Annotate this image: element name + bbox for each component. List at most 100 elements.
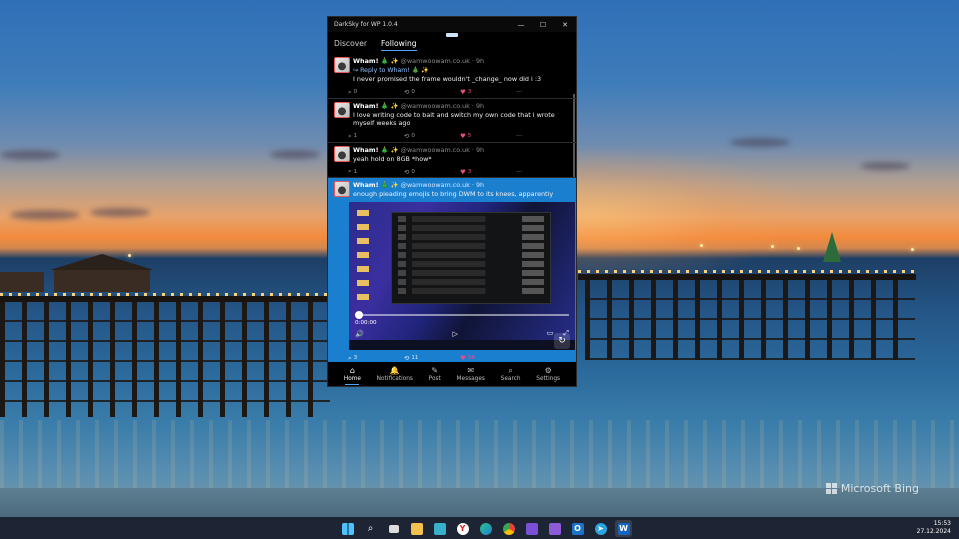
task-view-icon[interactable] bbox=[385, 520, 402, 537]
reply-button[interactable]: ⌕ 1 bbox=[348, 132, 404, 141]
microsoft-logo-icon bbox=[825, 483, 837, 494]
avatar[interactable] bbox=[334, 57, 350, 73]
heart-icon: ♥ bbox=[460, 132, 466, 141]
more-options-button[interactable]: ··· bbox=[516, 132, 522, 140]
new-posts-indicator[interactable] bbox=[446, 33, 458, 37]
nav-label: Home bbox=[343, 376, 361, 382]
post-actions: ⌕ 0 ⟲ 0 ♥ 3 ··· bbox=[334, 87, 570, 98]
more-icon: ··· bbox=[516, 88, 523, 97]
author-name[interactable]: Wham! bbox=[353, 57, 379, 65]
avatar[interactable] bbox=[334, 145, 350, 162]
repost-button[interactable]: ⟲ 0 bbox=[404, 168, 460, 176]
telegram-icon[interactable]: ➤ bbox=[592, 520, 609, 537]
system-clock[interactable]: 15:53 27.12.2024 bbox=[917, 520, 951, 536]
post-item-selected[interactable]: Wham! 🎄 ✨ @wamwoowam.co.uk · 9h enough p… bbox=[328, 178, 576, 366]
avatar[interactable] bbox=[334, 181, 350, 198]
cloud bbox=[0, 150, 60, 160]
nav-notifications[interactable]: 🔔 Notifications bbox=[377, 366, 413, 382]
feed-tabs: Discover Following bbox=[328, 32, 576, 54]
yandex-browser-icon[interactable]: Y bbox=[454, 520, 471, 537]
windows-start-icon[interactable] bbox=[339, 520, 356, 537]
video-desktop-icons bbox=[357, 209, 369, 300]
bottom-navigation: ⌂ Home 🔔 Notifications ✎ Post ✉ Messages… bbox=[328, 362, 576, 386]
outlook-icon[interactable]: O bbox=[569, 520, 586, 537]
nav-search[interactable]: ⌕ Search bbox=[501, 366, 521, 382]
nav-post[interactable]: ✎ Post bbox=[429, 366, 441, 382]
more-icon: ··· bbox=[516, 132, 523, 141]
floppy-disk-icon[interactable] bbox=[523, 520, 540, 537]
close-button[interactable]: ✕ bbox=[554, 17, 576, 32]
like-button[interactable]: ♥ 3 bbox=[460, 168, 516, 176]
more-options-button[interactable]: ··· bbox=[516, 168, 522, 176]
repost-count: 0 bbox=[411, 133, 415, 140]
reply-count: 3 bbox=[353, 355, 358, 362]
search-icon[interactable]: ⌕ bbox=[362, 520, 379, 537]
like-button[interactable]: ♥ 3 bbox=[460, 88, 516, 96]
video-time: 0:00:00 bbox=[355, 319, 377, 326]
author-emoji: 🎄 ✨ bbox=[380, 181, 399, 190]
like-count: 3 bbox=[467, 89, 472, 96]
repost-button[interactable]: ⟲ 0 bbox=[404, 88, 460, 96]
bing-watermark-text: Microsoft Bing bbox=[840, 482, 919, 495]
post-text: enough pleading emojis to bring DWM to i… bbox=[353, 190, 554, 199]
notepad-icon[interactable] bbox=[431, 520, 448, 537]
avatar[interactable] bbox=[334, 101, 350, 118]
maximize-button[interactable]: ☐ bbox=[532, 17, 554, 32]
repost-button[interactable]: ⟲ 0 bbox=[404, 132, 460, 140]
reply-to-label[interactable]: ↪ Reply to Wham! 🎄 ✨ bbox=[353, 66, 570, 74]
reply-count: 1 bbox=[353, 133, 358, 140]
visual-studio-icon[interactable] bbox=[546, 520, 563, 537]
like-button[interactable]: ♥ 5 bbox=[460, 132, 516, 140]
captions-icon[interactable]: ▭ bbox=[547, 329, 554, 338]
post-actions: ⌕ 1 ⟲ 0 ♥ 3 ··· bbox=[334, 166, 570, 177]
author-name[interactable]: Wham! bbox=[353, 146, 379, 154]
reply-button[interactable]: ⌕ 1 bbox=[348, 167, 404, 176]
nav-label: Settings bbox=[536, 376, 561, 382]
pier-lights bbox=[578, 270, 916, 273]
post-meta: Wham! 🎄 ✨ @wamwoowam.co.uk · 9h bbox=[353, 146, 570, 154]
reply-button[interactable]: ⌕ 0 bbox=[348, 88, 404, 97]
title-bar[interactable]: DarkSky for WP 1.0.4 — ☐ ✕ bbox=[328, 17, 576, 32]
reply-count: 1 bbox=[353, 168, 358, 175]
post-item[interactable]: Wham! 🎄 ✨ @wamwoowam.co.uk · 9h yeah hol… bbox=[328, 143, 576, 179]
darksky-app-icon[interactable]: W bbox=[615, 520, 632, 537]
refresh-icon[interactable]: ↻ bbox=[554, 333, 570, 350]
author-name[interactable]: Wham! bbox=[353, 102, 379, 110]
tab-discover[interactable]: Discover bbox=[334, 32, 367, 54]
edge-icon[interactable] bbox=[477, 520, 494, 537]
video-taskbar bbox=[349, 339, 575, 350]
video-player[interactable]: 0:00:00 🔊 ▷ ▭ ⤢ bbox=[349, 201, 575, 350]
volume-icon[interactable]: 🔊 bbox=[355, 330, 364, 338]
author-emoji: 🎄 ✨ bbox=[380, 57, 399, 65]
nav-messages[interactable]: ✉ Messages bbox=[457, 366, 485, 382]
post-item[interactable]: Wham! 🎄 ✨ @wamwoowam.co.uk · 9h ↪ Reply … bbox=[328, 54, 576, 99]
nav-settings[interactable]: ⚙ Settings bbox=[536, 366, 560, 382]
street-lamp bbox=[911, 248, 914, 251]
cloud bbox=[90, 208, 150, 217]
nav-home[interactable]: ⌂ Home bbox=[343, 366, 361, 385]
post-meta: Wham! 🎄 ✨ @wamwoowam.co.uk · 9h bbox=[353, 102, 570, 110]
video-seek-bar[interactable] bbox=[355, 310, 569, 319]
video-controls: 🔊 ▷ ▭ ⤢ bbox=[349, 328, 575, 340]
more-options-button[interactable]: ··· bbox=[516, 88, 522, 96]
windows-taskbar: ⌕ Y O ➤ W 15:53 27.12.2024 bbox=[0, 517, 959, 539]
pier-pilings bbox=[0, 302, 330, 417]
gear-icon: ⚙ bbox=[544, 366, 552, 375]
minimize-button[interactable]: — bbox=[510, 17, 532, 32]
author-handle: @wamwoowam.co.uk · 9h bbox=[400, 145, 485, 154]
window-title: DarkSky for WP 1.0.4 bbox=[334, 21, 398, 28]
tab-following[interactable]: Following bbox=[381, 32, 417, 54]
nav-label: Messages bbox=[456, 376, 485, 382]
post-item[interactable]: Wham! 🎄 ✨ @wamwoowam.co.uk · 9h I love w… bbox=[328, 99, 576, 143]
post-meta: Wham! 🎄 ✨ @wamwoowam.co.uk · 9h bbox=[353, 181, 570, 189]
file-explorer-icon[interactable] bbox=[408, 520, 425, 537]
street-lamp bbox=[797, 247, 800, 250]
post-feed[interactable]: Wham! 🎄 ✨ @wamwoowam.co.uk · 9h ↪ Reply … bbox=[328, 54, 576, 384]
repost-icon: ⟲ bbox=[404, 88, 410, 97]
chrome-icon[interactable] bbox=[500, 520, 517, 537]
repost-count: 11 bbox=[411, 355, 419, 362]
cloud bbox=[730, 138, 790, 147]
author-name[interactable]: Wham! bbox=[353, 181, 379, 189]
water-reflection bbox=[0, 420, 959, 490]
play-icon[interactable]: ▷ bbox=[453, 330, 458, 338]
